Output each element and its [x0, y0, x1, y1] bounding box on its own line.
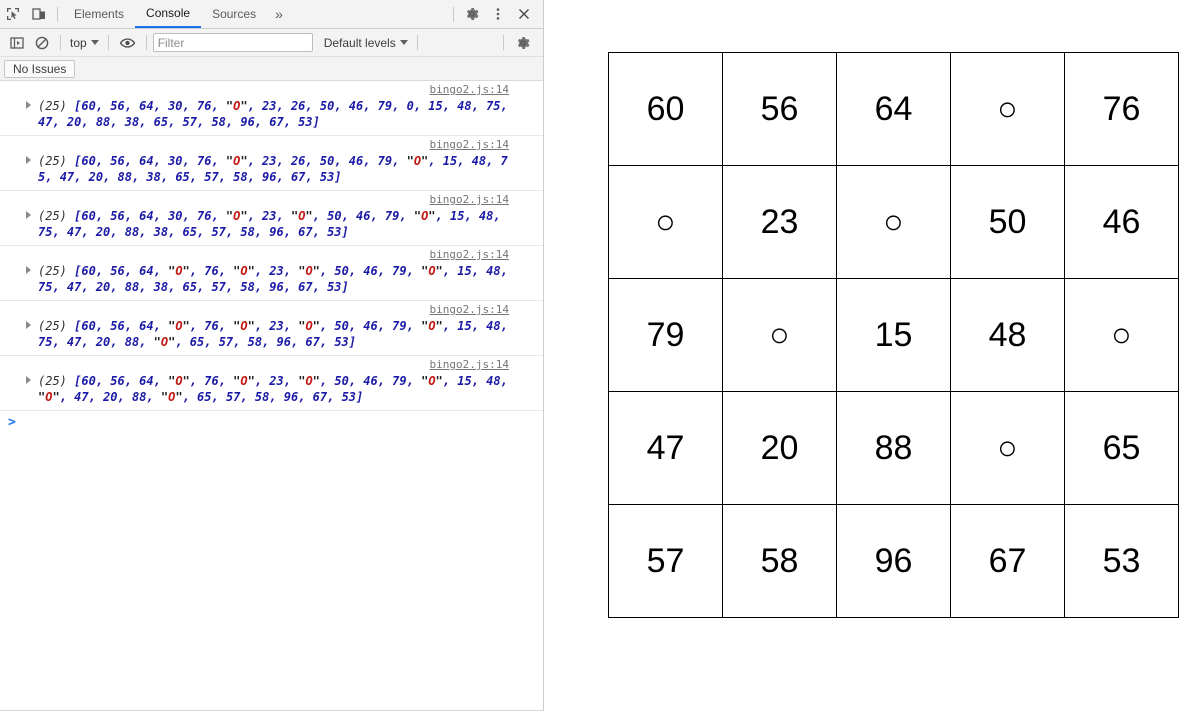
bingo-cell[interactable]: 58 [722, 504, 837, 618]
bingo-cell[interactable]: 60 [608, 52, 723, 166]
more-tabs-button[interactable]: » [267, 0, 291, 28]
bingo-cell-marked[interactable]: ○ [950, 391, 1065, 505]
chevron-down-icon [399, 40, 408, 45]
devtools-bingo-screen: Elements Console Sources » top Filter De… [0, 0, 1200, 711]
expand-triangle-icon[interactable] [26, 156, 31, 164]
bingo-cell[interactable]: 46 [1064, 165, 1179, 279]
bingo-cell-marked[interactable]: ○ [722, 278, 837, 392]
chevron-down-icon [90, 40, 99, 45]
bingo-cell-marked[interactable]: ○ [950, 52, 1065, 166]
bingo-row: 57 58 96 67 53 [608, 504, 1179, 618]
tab-console-label: Console [146, 6, 191, 20]
log-levels-selector[interactable]: Default levels [321, 36, 411, 50]
bingo-cell[interactable]: 50 [950, 165, 1065, 279]
bingo-cell-marked[interactable]: ○ [1064, 278, 1179, 392]
tab-elements[interactable]: Elements [63, 0, 135, 28]
toolbar-divider-4 [416, 35, 418, 50]
issues-bar: No Issues [0, 57, 543, 81]
expand-triangle-icon[interactable] [26, 266, 31, 274]
bingo-row: 60 56 64 ○ 76 [608, 52, 1179, 166]
bingo-cell[interactable]: 79 [608, 278, 723, 392]
console-toolbar: top Default levels [0, 29, 543, 57]
console-log-row[interactable]: bingo2.js:14 (25) [60, 56, 64, 30, 76, "O… [0, 81, 543, 136]
bingo-cell[interactable]: 48 [950, 278, 1065, 392]
console-prompt-row[interactable]: > [0, 411, 543, 433]
console-sidebar-icon[interactable] [4, 31, 29, 55]
log-source-link[interactable]: bingo2.js:14 [430, 248, 509, 261]
console-log-row[interactable]: bingo2.js:14 (25) [60, 56, 64, "O", 76, "… [0, 246, 543, 301]
tabstrip-divider-right [453, 6, 454, 22]
log-source-link[interactable]: bingo2.js:14 [430, 303, 509, 316]
bingo-cell[interactable]: 96 [836, 504, 951, 618]
toolbar-divider-1 [60, 35, 61, 50]
console-log-row[interactable]: bingo2.js:14 (25) [60, 56, 64, "O", 76, "… [0, 356, 543, 411]
log-source-link[interactable]: bingo2.js:14 [430, 138, 509, 151]
prompt-caret-icon: > [8, 414, 16, 430]
bingo-cell[interactable]: 76 [1064, 52, 1179, 166]
toolbar-divider-3 [145, 35, 147, 50]
inspect-element-icon[interactable] [0, 1, 26, 27]
no-issues-label: No Issues [13, 61, 67, 76]
expand-triangle-icon[interactable] [26, 211, 31, 219]
console-log-area[interactable]: bingo2.js:14 (25) [60, 56, 64, 30, 76, "O… [0, 81, 543, 710]
toolbar-divider-5 [503, 35, 504, 50]
gear-icon[interactable] [459, 1, 485, 27]
more-tabs-label: » [275, 6, 283, 22]
bingo-row: 47 20 88 ○ 65 [608, 391, 1179, 505]
more-options-icon[interactable] [485, 1, 511, 27]
filter-input[interactable] [152, 33, 313, 52]
expand-triangle-icon[interactable] [26, 321, 31, 329]
bingo-cell[interactable]: 88 [836, 391, 951, 505]
bingo-row: 79 ○ 15 48 ○ [608, 278, 1179, 392]
tab-elements-label: Elements [74, 7, 125, 21]
device-toolbar-icon[interactable] [26, 1, 52, 27]
bingo-cell-marked[interactable]: ○ [836, 165, 951, 279]
bingo-grid: 60 56 64 ○ 76 ○ 23 ○ 50 46 79 ○ 15 48 ○ 47 20 88 ○ 65 57 58 96… [608, 52, 1179, 618]
tab-sources[interactable]: Sources [201, 0, 267, 28]
execution-context-selector[interactable]: top [67, 36, 102, 50]
bingo-cell[interactable]: 57 [608, 504, 723, 618]
console-log-row[interactable]: bingo2.js:14 (25) [60, 56, 64, "O", 76, "… [0, 301, 543, 356]
log-source-link[interactable]: bingo2.js:14 [430, 83, 509, 96]
tab-sources-label: Sources [212, 7, 257, 21]
log-source-link[interactable]: bingo2.js:14 [430, 358, 509, 371]
toolbar-divider-2 [107, 35, 109, 50]
devtools-panel: Elements Console Sources » top Filter De… [0, 0, 544, 711]
bingo-cell[interactable]: 53 [1064, 504, 1179, 618]
bingo-cell[interactable]: 47 [608, 391, 723, 505]
close-icon[interactable] [511, 1, 537, 27]
console-log-row[interactable]: bingo2.js:14 (25) [60, 56, 64, 30, 76, "O… [0, 136, 543, 191]
console-log-row[interactable]: bingo2.js:14 (25) [60, 56, 64, 30, 76, "O… [0, 191, 543, 246]
expand-triangle-icon[interactable] [26, 101, 31, 109]
bingo-cell[interactable]: 65 [1064, 391, 1179, 505]
gear-icon[interactable] [510, 31, 535, 55]
tabstrip-divider [57, 6, 58, 22]
devtools-tabstrip: Elements Console Sources » [0, 0, 543, 29]
bingo-cell[interactable]: 67 [950, 504, 1065, 618]
clear-console-icon[interactable] [29, 31, 54, 55]
no-issues-button[interactable]: No Issues [4, 59, 76, 78]
bingo-cell[interactable]: 56 [722, 52, 837, 166]
bingo-cell[interactable]: 23 [722, 165, 837, 279]
bingo-cell[interactable]: 20 [722, 391, 837, 505]
bingo-cell[interactable]: 64 [836, 52, 951, 166]
live-expression-icon[interactable] [115, 31, 140, 55]
execution-context-label: top [70, 35, 87, 50]
log-source-link[interactable]: bingo2.js:14 [430, 193, 509, 206]
bingo-cell-marked[interactable]: ○ [608, 165, 723, 279]
expand-triangle-icon[interactable] [26, 376, 31, 384]
bingo-row: ○ 23 ○ 50 46 [608, 165, 1179, 279]
tab-console[interactable]: Console [135, 0, 202, 28]
log-levels-label: Default levels [323, 35, 396, 50]
bingo-cell[interactable]: 15 [836, 278, 951, 392]
bingo-card: 60 56 64 ○ 76 ○ 23 ○ 50 46 79 ○ 15 48 ○ 47 20 88 ○ 65 57 58 96… [608, 52, 1179, 618]
